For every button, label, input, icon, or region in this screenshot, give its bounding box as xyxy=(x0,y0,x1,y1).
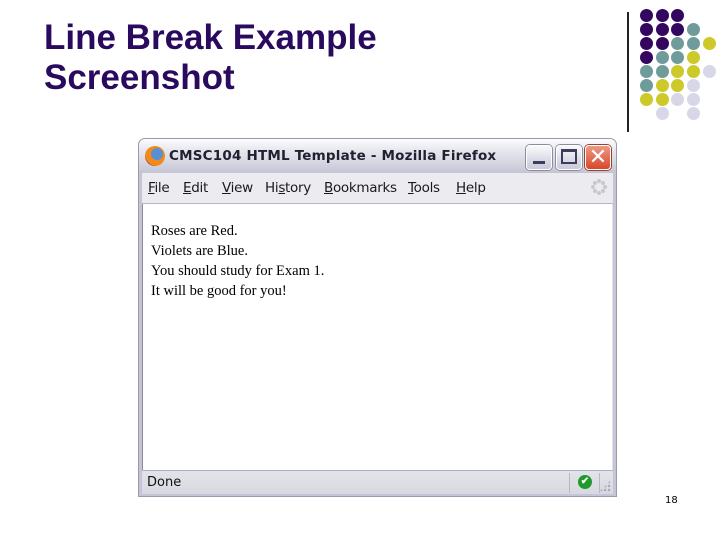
decorative-dot xyxy=(655,106,669,120)
status-text: Done xyxy=(147,475,182,490)
decorative-dot xyxy=(670,36,684,50)
close-button[interactable]: ✕ xyxy=(585,145,611,170)
throbber-dot xyxy=(592,189,597,194)
menu-mnemonic: H xyxy=(456,180,466,196)
decorative-dot xyxy=(670,78,684,92)
decorative-dot xyxy=(670,50,684,64)
status-divider xyxy=(569,473,570,493)
menu-label: ookmarks xyxy=(332,180,397,196)
menu-label: iew xyxy=(230,180,254,196)
menu-mnemonic: V xyxy=(222,180,231,196)
page-text: Roses are Red. Violets are Blue. You sho… xyxy=(151,221,324,301)
decorative-dot xyxy=(686,64,700,78)
decorative-dot xyxy=(670,64,684,78)
content-line: Roses are Red. xyxy=(151,223,238,239)
menu-label: Hi xyxy=(265,180,279,196)
decorative-dot xyxy=(655,64,669,78)
decorative-dot xyxy=(639,78,653,92)
throbber-dot xyxy=(601,180,606,185)
decorative-dot xyxy=(686,78,700,92)
decorative-dot xyxy=(639,36,653,50)
menu-mnemonic: E xyxy=(183,180,192,196)
content-line: It will be good for you! xyxy=(151,283,287,299)
throbber-dot xyxy=(601,189,606,194)
window-title: CMSC104 HTML Template - Mozilla Firefox xyxy=(169,148,497,164)
decorative-dot xyxy=(702,64,716,78)
decorative-dot xyxy=(655,78,669,92)
decorative-dot xyxy=(639,8,653,22)
throbber-dot xyxy=(591,185,595,189)
decorative-dot xyxy=(655,22,669,36)
decorative-dot xyxy=(655,36,669,50)
throbber-dot xyxy=(597,191,601,195)
decorative-dot xyxy=(655,92,669,106)
menu-label: dit xyxy=(191,180,208,196)
content-line: Violets are Blue. xyxy=(151,243,248,259)
decorative-dot xyxy=(686,92,700,106)
menu-tools[interactable]: Tools xyxy=(408,180,440,196)
decorative-dot xyxy=(655,50,669,64)
decorative-dot xyxy=(686,22,700,36)
menu-label: ile xyxy=(154,180,170,196)
decorative-dot xyxy=(686,50,700,64)
maximize-button[interactable] xyxy=(556,145,582,170)
menu-file[interactable]: File xyxy=(148,180,170,196)
maximize-icon xyxy=(561,149,577,164)
menu-edit[interactable]: Edit xyxy=(183,180,208,196)
menu-bar: File Edit View History Bookmarks Tools H… xyxy=(142,173,613,204)
minimize-icon xyxy=(533,161,545,164)
decorative-dot xyxy=(639,22,653,36)
menu-history[interactable]: History xyxy=(265,180,311,196)
page-number: 18 xyxy=(665,495,678,506)
decorative-dot xyxy=(639,50,653,64)
menu-mnemonic: B xyxy=(324,180,333,196)
decorative-dot xyxy=(655,8,669,22)
menu-bookmarks[interactable]: Bookmarks xyxy=(324,180,397,196)
decorative-dot xyxy=(686,36,700,50)
decorative-dot xyxy=(702,36,716,50)
decorative-dot xyxy=(639,64,653,78)
page-content-area: Roses are Red. Violets are Blue. You sho… xyxy=(142,204,613,470)
menu-label: elp xyxy=(465,180,486,196)
window-titlebar[interactable]: CMSC104 HTML Template - Mozilla Firefox … xyxy=(139,139,616,173)
decorative-dot xyxy=(670,92,684,106)
close-icon: ✕ xyxy=(588,145,608,170)
decorative-dot xyxy=(639,92,653,106)
menu-view[interactable]: View xyxy=(222,180,253,196)
menu-help[interactable]: Help xyxy=(456,180,486,196)
decorative-dot xyxy=(670,8,684,22)
content-line: You should study for Exam 1. xyxy=(151,263,325,279)
status-bar: Done ✔ xyxy=(142,470,613,494)
menu-label: ools xyxy=(413,180,440,196)
menu-label: tory xyxy=(285,180,311,196)
decorative-dot xyxy=(670,22,684,36)
decorative-dot xyxy=(686,106,700,120)
browser-window: CMSC104 HTML Template - Mozilla Firefox … xyxy=(138,138,617,497)
firefox-logo-icon xyxy=(145,146,165,166)
decorative-dot-grid xyxy=(0,0,720,140)
activity-throbber-icon xyxy=(590,178,608,196)
resize-grip-icon[interactable] xyxy=(599,480,611,492)
minimize-button[interactable] xyxy=(526,145,552,170)
check-circle-icon: ✔ xyxy=(578,475,592,489)
status-divider xyxy=(599,473,600,493)
